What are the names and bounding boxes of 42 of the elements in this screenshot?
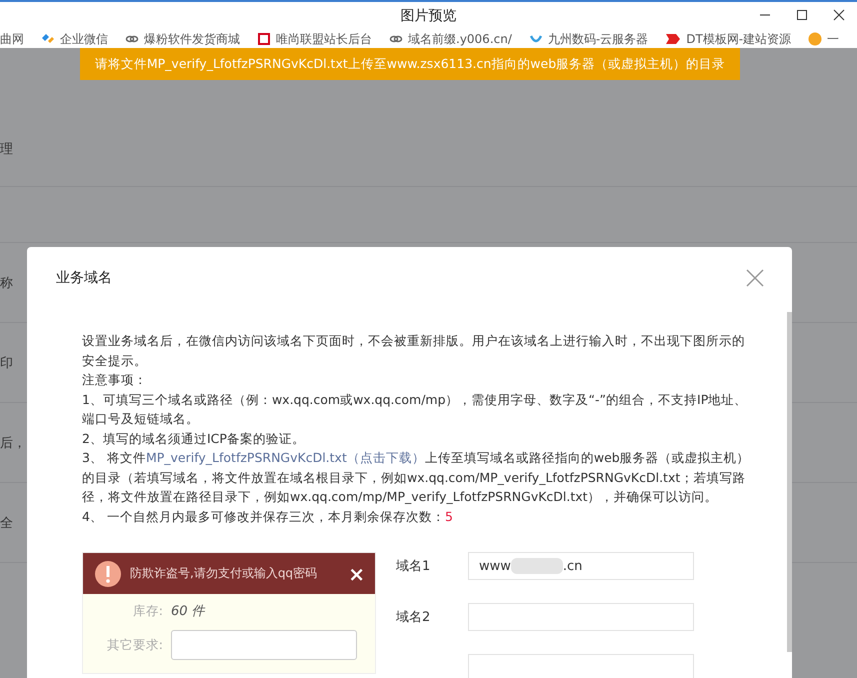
row-label: 理: [0, 141, 13, 158]
window-title: 图片预览: [400, 7, 456, 25]
row-label: 全: [0, 514, 13, 532]
maximize-icon: [796, 9, 808, 21]
bookmark-link[interactable]: DT模板网-建站资源: [665, 30, 792, 48]
stock-value: 60 件: [171, 603, 205, 620]
close-icon: ×: [348, 562, 365, 586]
bookmark-link[interactable]: 域名前缀.y006.cn/: [389, 30, 512, 48]
description-text: 注意事项：: [82, 371, 148, 389]
bookmark-link[interactable]: 一: [808, 30, 840, 48]
description-text: 2、填写的域名须通过ICP备案的验证。: [82, 430, 306, 448]
bookmark-link[interactable]: 企业微信: [41, 30, 108, 48]
circle-icon: [808, 32, 822, 46]
notice-banner: 请将文件MP_verify_LfotfzPSRNGvKcDl.txt上传至www.zsx6113.cn指向的web服务器（或虚拟主机）的目录: [80, 48, 740, 80]
download-link[interactable]: MP_verify_LfotfzPSRNGvKcDl.txt（点击下载）: [146, 450, 425, 465]
warning-text: 防欺诈盗号,请勿支付或输入qq密码: [130, 565, 318, 582]
field-label: 域名1: [396, 559, 430, 574]
description-text: 4、 一个自然月内最多可修改并保存三次，本月剩余保存次数：5: [82, 508, 454, 526]
logo-icon: [665, 32, 682, 46]
bookmark-link[interactable]: 曲网: [0, 30, 24, 48]
description-text: 设置业务域名后，在微信内访问该域名下页面时，不会被重新排版。用户在该域名上进行输入时，不出现下图所示的安全提示。: [82, 332, 746, 370]
field-label: 域名2: [396, 610, 430, 625]
chat-bubble-icon: [41, 32, 55, 46]
domain-input[interactable]: www .cn: [468, 552, 694, 580]
stock-label: 库存:: [132, 602, 163, 620]
domain-input[interactable]: [468, 603, 694, 631]
redaction-mark: [510, 558, 563, 574]
row-label: 印: [0, 354, 13, 372]
scrollbar[interactable]: [787, 312, 792, 652]
row-label: 称: [0, 274, 13, 292]
field-label: 其它要求:: [106, 636, 163, 654]
close-icon: [832, 9, 844, 21]
description-text: 1、可填写三个域名或路径（例：wx.qq.com或wx.qq.com/mp），需使用字母、数字及“-”的组合，不支持IP地址、端口号及短链域名。: [82, 390, 748, 428]
close-icon[interactable]: [746, 269, 764, 287]
bookmark-link[interactable]: 爆粉软件发货商城: [125, 30, 240, 48]
description-text: 3、 将文件MP_verify_LfotfzPSRNGvKcDl.txt（点击下载）上传至填写域名或路径指向的web服务器（或虚拟主机）的目录（若填写域名，将文件放置在域名根目录下，例如wx.qq.com/MP_verify_LfotfzPSRNGvKcDl.txt；若填写路径，将文件放置在路径目录下，例如wx.qq.com/mp/MP_verify_LfotfzPSRNGvKcDl.txt），并确保可以访问。: [82, 449, 751, 506]
dialog-title: 业务域名: [56, 269, 112, 287]
row-label: 后，: [0, 434, 26, 452]
bookmark-link[interactable]: 九州数码-云服务器: [528, 30, 648, 48]
domain-input[interactable]: [468, 654, 694, 678]
alert-icon: [95, 560, 121, 586]
bookmark-link[interactable]: 唯尚联盟站长后台: [257, 30, 372, 48]
